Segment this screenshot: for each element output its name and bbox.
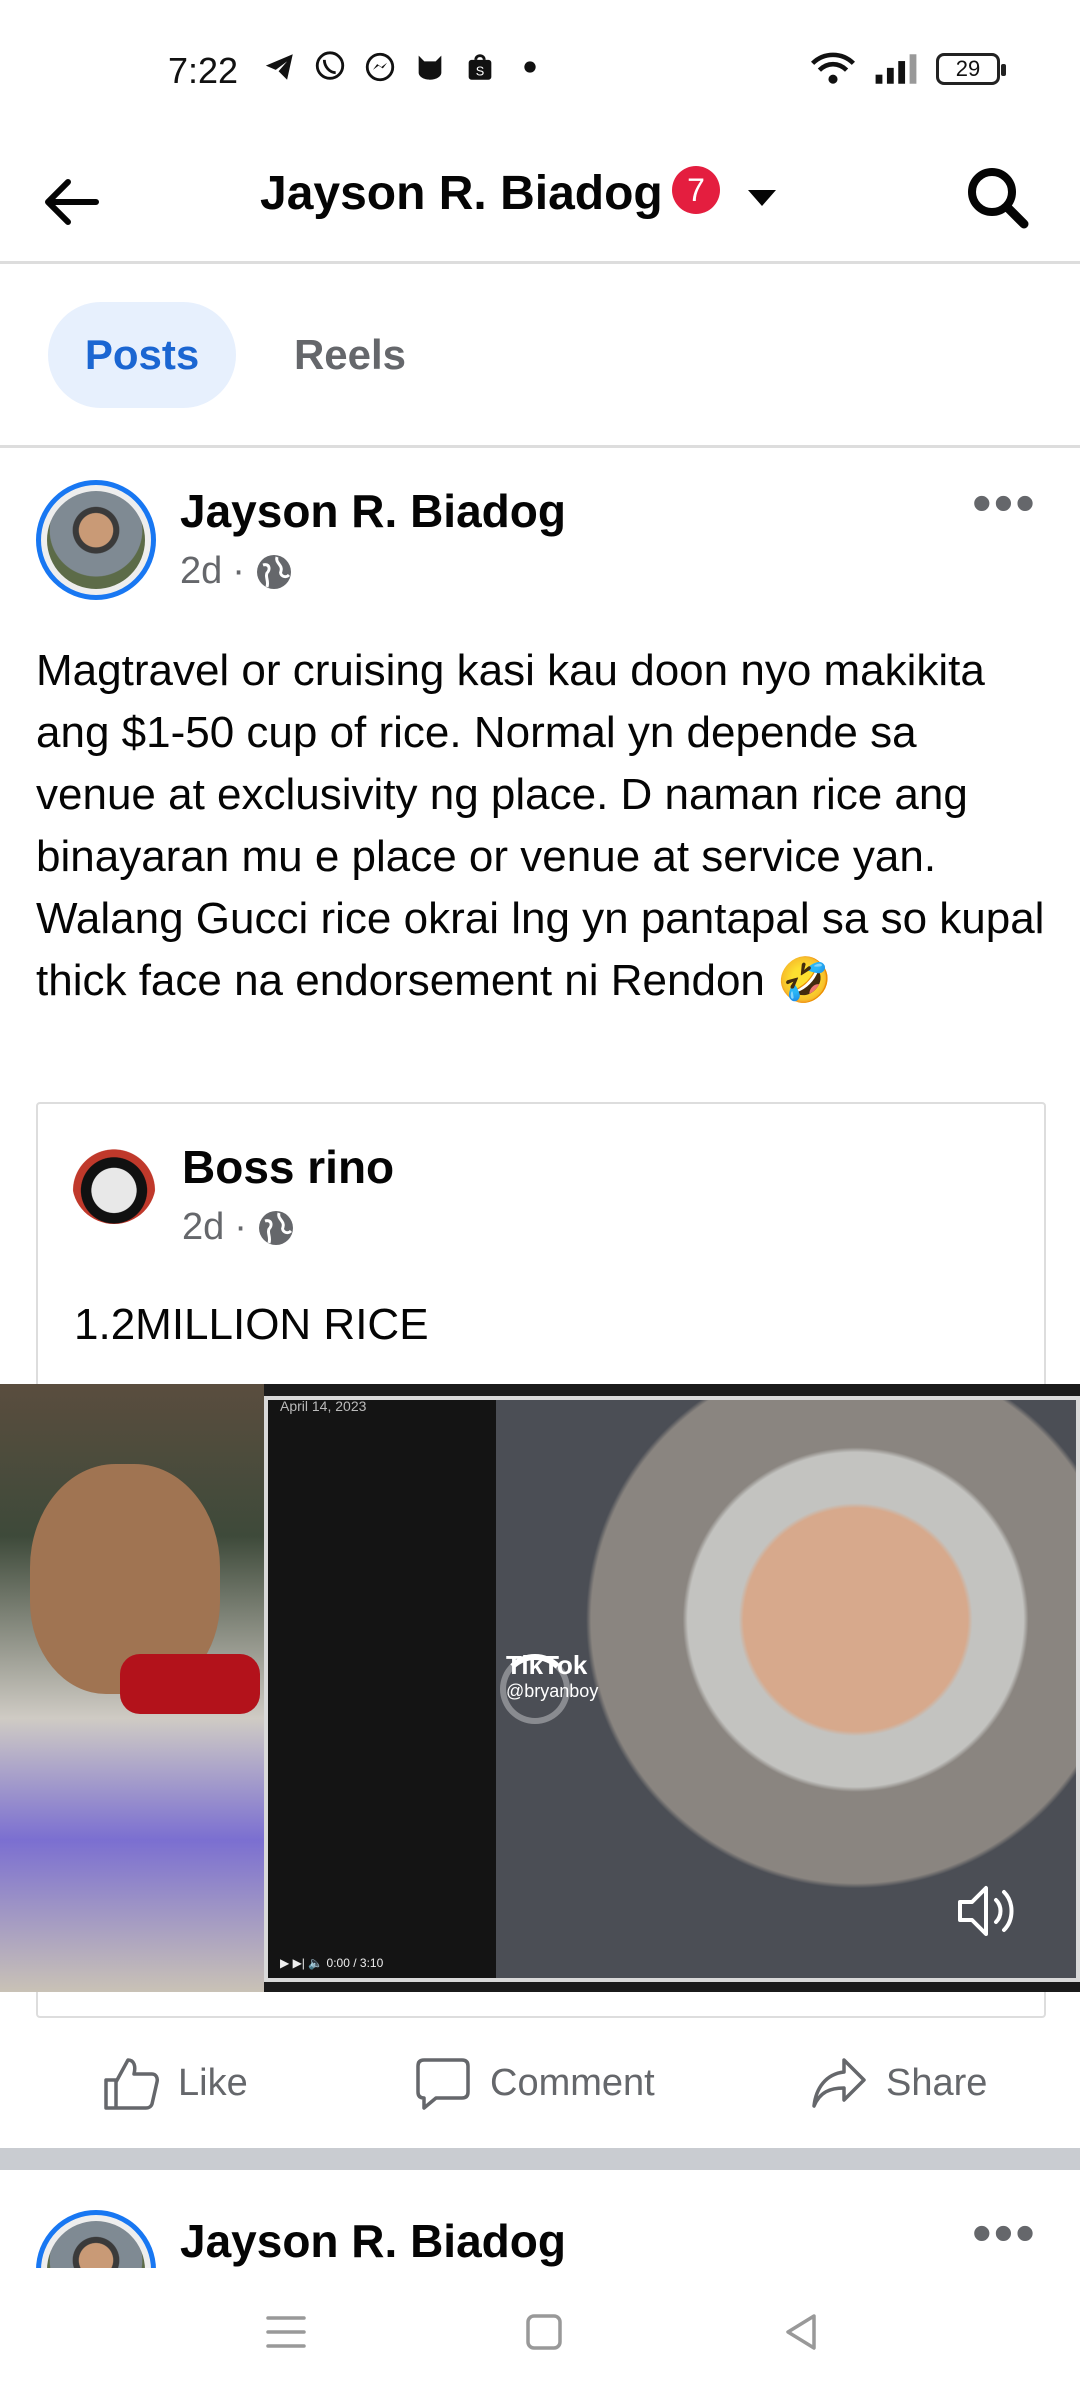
post-divider (0, 2148, 1080, 2170)
comment-icon (416, 2058, 470, 2110)
home-icon[interactable] (520, 2308, 568, 2356)
recent-apps-icon[interactable] (262, 2308, 310, 2356)
dot-icon (512, 50, 548, 86)
profile-title[interactable]: Jayson R. Biadog (260, 166, 663, 221)
shared-time[interactable]: 2d (182, 1206, 224, 1249)
thumbs-up-icon (104, 2058, 159, 2110)
profile-tabs: Posts Reels (0, 264, 1080, 448)
like-label: Like (178, 2061, 248, 2104)
notification-icons: S (262, 50, 548, 86)
shared-avatar[interactable] (72, 1140, 156, 1224)
cat-icon (412, 50, 448, 86)
microphone-icon (120, 1654, 260, 1714)
comment-button[interactable]: Comment (414, 2054, 655, 2112)
avatar[interactable] (36, 480, 156, 600)
battery-indicator: 29 (936, 53, 1006, 85)
loading-spinner-icon (500, 1654, 570, 1724)
status-right: 29 (810, 52, 1006, 86)
shopee-icon: S (462, 50, 498, 86)
back-icon[interactable] (778, 2308, 826, 2356)
next-post: Jayson R. Biadog ••• (0, 2170, 1080, 2330)
post-author[interactable]: Jayson R. Biadog (180, 484, 566, 538)
signal-icon (875, 54, 917, 84)
app-bar: Jayson R. Biadog 7 (0, 140, 1080, 264)
share-label: Share (886, 2061, 988, 2104)
like-button[interactable]: Like (102, 2054, 248, 2112)
share-icon (812, 2058, 866, 2108)
messenger-icon (362, 50, 398, 86)
video-date: April 14, 2023 (280, 1398, 367, 1414)
viber-icon (312, 50, 348, 86)
back-arrow-icon[interactable] (34, 164, 110, 240)
system-nav-bar (0, 2268, 1080, 2400)
more-options-icon[interactable]: ••• (972, 2205, 1037, 2261)
player-controls[interactable]: ▶ ▶| 🔈 0:00 / 3:10 (280, 1956, 383, 1970)
comment-label: Comment (490, 2061, 655, 2104)
volume-icon[interactable] (952, 1876, 1022, 1946)
svg-text:S: S (476, 64, 485, 79)
video-black-area: April 14, 2023 (268, 1398, 496, 1978)
globe-icon (258, 1210, 293, 1245)
wifi-icon (810, 52, 856, 84)
status-bar: 7:22 S 29 (0, 0, 1080, 140)
shared-meta: 2d · (182, 1206, 295, 1249)
telegram-icon (262, 50, 298, 86)
shared-text: 1.2MILLION RICE (74, 1300, 429, 1349)
tab-posts[interactable]: Posts (48, 302, 236, 408)
more-options-icon[interactable]: ••• (972, 475, 1037, 531)
video-player[interactable]: April 14, 2023 TikTok @bryanboy ▶ ▶| 🔈 0… (0, 1384, 1080, 1992)
video-streamer-pane (0, 1384, 264, 1992)
chevron-down-icon[interactable] (742, 178, 782, 218)
shared-author[interactable]: Boss rino (182, 1140, 394, 1194)
post-actions: Like Comment Share (0, 2018, 1080, 2144)
search-icon[interactable] (958, 158, 1038, 238)
meta-separator: · (232, 550, 245, 592)
post-time[interactable]: 2d (180, 550, 222, 593)
next-post-author[interactable]: Jayson R. Biadog (180, 2214, 566, 2268)
status-time: 7:22 (168, 50, 239, 91)
shared-meta-separator: · (234, 1206, 247, 1248)
notification-badge: 7 (672, 166, 720, 214)
post-meta: 2d · (180, 550, 293, 593)
tab-reels[interactable]: Reels (270, 302, 430, 408)
globe-icon (256, 554, 291, 589)
post-text: Magtravel or cruising kasi kau doon nyo … (36, 646, 1045, 1005)
share-button[interactable]: Share (810, 2054, 987, 2112)
player-time: 0:00 / 3:10 (326, 1956, 384, 1970)
